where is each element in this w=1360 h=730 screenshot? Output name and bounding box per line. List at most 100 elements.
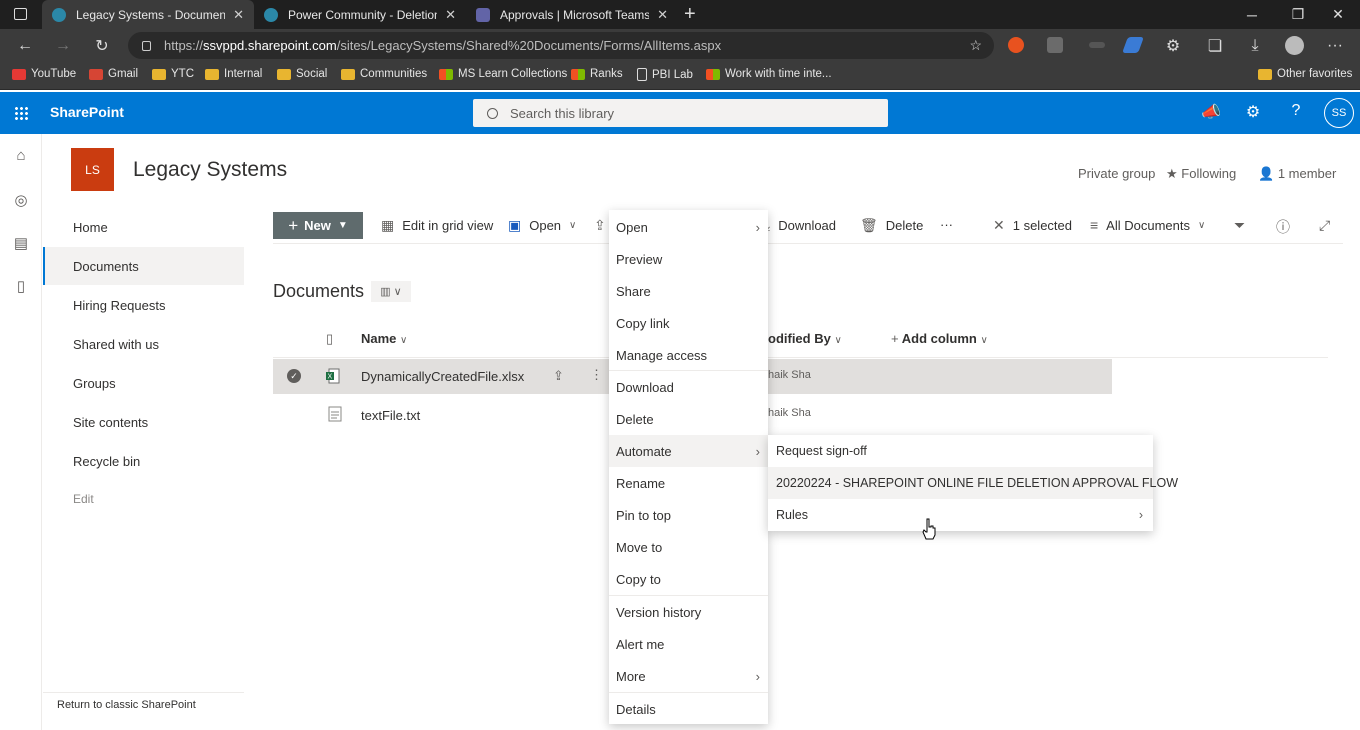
clear-selection-button[interactable]: ✕ 1 selected — [993, 217, 1072, 234]
site-logo[interactable]: LS — [71, 148, 114, 191]
menu-item-pin-to-top[interactable]: Pin to top — [609, 499, 768, 531]
more-actions-icon[interactable]: ⋮ — [590, 367, 603, 383]
favorite-ms-learn[interactable]: MS Learn Collections — [439, 68, 567, 80]
forward-icon[interactable]: → — [48, 29, 78, 62]
tab-legacy-systems[interactable]: Legacy Systems - Documents - All ✕ — [42, 0, 254, 29]
nav-item-groups[interactable]: Groups — [43, 364, 244, 402]
menu-item-open[interactable]: Open › — [609, 211, 768, 243]
more-commands-button[interactable]: ··· — [940, 217, 953, 232]
download-button[interactable]: ⤓Download — [764, 217, 836, 234]
profile-icon[interactable] — [1285, 36, 1304, 55]
add-favorite-icon[interactable]: ☆ — [969, 37, 982, 54]
restore-icon[interactable]: ❐ — [1276, 0, 1320, 29]
site-title[interactable]: Legacy Systems — [133, 158, 287, 182]
nav-item-home[interactable]: Home — [43, 208, 244, 246]
return-to-classic-link[interactable]: Return to classic SharePoint — [43, 692, 244, 711]
menu-item-rename[interactable]: Rename — [609, 467, 768, 499]
submenu-item-request-sign-off[interactable]: Request sign-off — [768, 435, 1153, 467]
extension-icon[interactable] — [1122, 37, 1144, 53]
menu-item-manage-access[interactable]: Manage access — [609, 339, 768, 371]
menu-item-share[interactable]: Share — [609, 275, 768, 307]
menu-item-preview[interactable]: Preview — [609, 243, 768, 275]
column-header-name[interactable]: Name ∨ — [361, 331, 407, 346]
filter-icon[interactable]: ⏷ — [1234, 217, 1253, 234]
favorite-gmail[interactable]: Gmail — [89, 68, 138, 80]
avatar[interactable]: SS — [1324, 98, 1354, 128]
app-name[interactable]: SharePoint — [50, 104, 124, 120]
nav-item-documents[interactable]: Documents — [43, 247, 244, 285]
new-button[interactable]: + New ▼ — [273, 212, 363, 239]
tab-power-community[interactable]: Power Community - Deletion Re ✕ — [254, 0, 466, 29]
expand-icon[interactable]: ⤢ — [1319, 217, 1338, 234]
favorite-youtube[interactable]: YouTube — [12, 68, 76, 80]
url-field[interactable]: https://ssvppd.sharepoint.com/sites/Lega… — [128, 32, 994, 59]
globe-icon[interactable]: ◎ — [12, 191, 30, 209]
favorite-communities[interactable]: Communities — [341, 68, 427, 80]
column-header-modified-by[interactable]: odified By ∨ — [768, 331, 842, 346]
file-type-header-icon[interactable]: ▯ — [326, 331, 333, 347]
nav-item-hiring-requests[interactable]: Hiring Requests — [43, 286, 244, 324]
favorite-social[interactable]: Social — [277, 68, 327, 80]
extension-icon[interactable] — [1008, 37, 1024, 53]
favorite-internal[interactable]: Internal — [205, 68, 262, 80]
refresh-icon[interactable]: ↻ — [87, 29, 117, 62]
menu-item-details[interactable]: Details — [609, 693, 768, 725]
open-button[interactable]: ▣ Open ∨ — [508, 217, 576, 234]
favorite-ytc[interactable]: YTC — [152, 68, 194, 80]
nav-edit-link[interactable]: Edit — [43, 480, 244, 518]
close-tab-icon[interactable]: ✕ — [233, 7, 244, 23]
extension-icon[interactable] — [1047, 37, 1063, 53]
submenu-item-deletion-approval-flow[interactable]: 20220224 - SHAREPOINT ONLINE FILE DELETI… — [768, 467, 1178, 499]
news-icon[interactable]: ▤ — [12, 234, 30, 252]
edit-grid-view-button[interactable]: ▦ Edit in grid view — [381, 217, 493, 234]
nav-item-site-contents[interactable]: Site contents — [43, 403, 244, 441]
downloads-icon[interactable]: ⤓ — [1240, 29, 1270, 62]
minimize-icon[interactable]: ─ — [1230, 0, 1274, 29]
new-tab-icon[interactable]: + — [684, 3, 696, 26]
follow-button[interactable]: ★ Following — [1166, 166, 1236, 182]
settings-more-icon[interactable]: ··· — [1320, 29, 1350, 62]
close-window-icon[interactable]: ✕ — [1316, 0, 1360, 29]
extensions-puzzle-icon[interactable]: ⚙ — [1158, 29, 1188, 62]
menu-item-alert-me[interactable]: Alert me — [609, 628, 768, 660]
menu-item-download[interactable]: Download — [609, 371, 768, 403]
menu-item-copy-to[interactable]: Copy to — [609, 563, 768, 595]
other-favorites[interactable]: Other favorites — [1258, 68, 1352, 80]
favorite-pbi-lab[interactable]: PBI Lab — [637, 68, 693, 81]
info-icon[interactable]: ⓘ — [1276, 217, 1298, 237]
tab-actions-icon[interactable] — [14, 8, 27, 20]
menu-item-delete[interactable]: Delete — [609, 403, 768, 435]
megaphone-icon[interactable]: 📣 — [1200, 102, 1222, 122]
file-name-link[interactable]: DynamicallyCreatedFile.xlsx — [361, 369, 524, 384]
file-name-link[interactable]: textFile.txt — [361, 408, 420, 423]
menu-item-automate[interactable]: Automate › — [609, 435, 768, 467]
menu-item-copy-link[interactable]: Copy link — [609, 307, 768, 339]
share-icon[interactable]: ⇪ — [553, 368, 564, 384]
back-icon[interactable]: ← — [10, 29, 40, 62]
app-launcher-icon[interactable] — [14, 106, 28, 120]
close-tab-icon[interactable]: ✕ — [445, 7, 456, 23]
help-icon[interactable]: ? — [1285, 102, 1307, 120]
nav-item-recycle-bin[interactable]: Recycle bin — [43, 442, 244, 480]
members-button[interactable]: 👤 1 member — [1258, 166, 1336, 182]
view-selector[interactable]: ≡ All Documents ∨ — [1090, 217, 1205, 233]
extension-icon[interactable] — [1089, 42, 1105, 48]
search-input[interactable]: Search this library — [473, 99, 888, 127]
collections-icon[interactable]: ❏ — [1200, 29, 1230, 62]
row-selected-check-icon[interactable]: ✓ — [287, 369, 301, 383]
settings-gear-icon[interactable]: ⚙ — [1242, 102, 1264, 122]
tab-approvals-teams[interactable]: Approvals | Microsoft Teams ✕ — [466, 0, 678, 29]
close-tab-icon[interactable]: ✕ — [657, 7, 668, 23]
favorite-ranks[interactable]: Ranks — [571, 68, 623, 80]
view-switcher[interactable]: ▥ ∨ — [371, 281, 411, 302]
submenu-item-rules[interactable]: Rules › — [768, 499, 1153, 531]
menu-item-version-history[interactable]: Version history — [609, 596, 768, 628]
file-icon[interactable]: ▯ — [12, 277, 30, 295]
add-column-button[interactable]: + Add column ∨ — [891, 331, 988, 346]
delete-button[interactable]: 🗑 Delete — [860, 217, 923, 234]
home-icon[interactable]: ⌂ — [12, 147, 30, 165]
nav-item-shared-with-us[interactable]: Shared with us — [43, 325, 244, 363]
menu-item-more[interactable]: More › — [609, 660, 768, 692]
favorite-work-with-time[interactable]: Work with time inte... — [706, 68, 832, 80]
menu-item-move-to[interactable]: Move to — [609, 531, 768, 563]
